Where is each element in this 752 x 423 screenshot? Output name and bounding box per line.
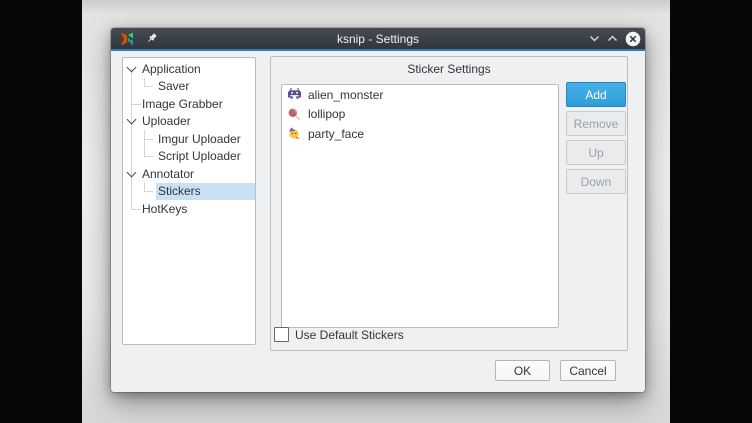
- list-item-lollipop[interactable]: lollipop: [282, 105, 558, 125]
- screenshot-root: ksnip - Settings: [0, 0, 752, 423]
- alien-monster-icon: [288, 88, 301, 101]
- sticker-settings-group: Sticker Settings: [270, 56, 628, 351]
- lollipop-icon: [288, 108, 301, 121]
- settings-tree: Application Saver Image Grabber Uploader…: [122, 57, 256, 345]
- sticker-list[interactable]: alien_monster lollipop: [281, 84, 559, 328]
- window-title: ksnip - Settings: [111, 32, 645, 46]
- chevron-down-icon[interactable]: [127, 62, 137, 72]
- list-item-label: lollipop: [308, 107, 345, 121]
- tree-branch: [144, 130, 156, 148]
- window-controls: [589, 28, 641, 49]
- list-item-alien-monster[interactable]: alien_monster: [282, 85, 558, 105]
- settings-dialog: ksnip - Settings: [111, 28, 645, 392]
- chevron-down-icon[interactable]: [127, 167, 137, 177]
- list-item-party-face[interactable]: party_face: [282, 124, 558, 144]
- tree-item-annotator[interactable]: Annotator: [123, 165, 255, 183]
- use-default-stickers-row[interactable]: Use Default Stickers: [274, 327, 404, 342]
- close-button[interactable]: [625, 31, 641, 47]
- tree-branch: [144, 148, 156, 166]
- list-item-label: party_face: [308, 127, 364, 141]
- tree-item-script-uploader[interactable]: Script Uploader: [123, 148, 255, 166]
- tree-branch: [144, 78, 156, 96]
- up-button[interactable]: Up: [566, 140, 626, 165]
- ok-button[interactable]: OK: [495, 360, 550, 381]
- tree-item-application[interactable]: Application: [123, 60, 255, 78]
- remove-button[interactable]: Remove: [566, 111, 626, 136]
- cancel-button[interactable]: Cancel: [560, 360, 616, 381]
- tree-branch: [144, 183, 156, 201]
- tree-item-stickers[interactable]: Stickers: [123, 183, 255, 201]
- tree-item-image-grabber[interactable]: Image Grabber: [123, 95, 255, 113]
- party-face-icon: [288, 127, 301, 140]
- checkbox-checked-icon[interactable]: [274, 327, 289, 342]
- tree-item-imgur-uploader[interactable]: Imgur Uploader: [123, 130, 255, 148]
- titlebar[interactable]: ksnip - Settings: [111, 28, 645, 51]
- down-button[interactable]: Down: [566, 169, 626, 194]
- add-button[interactable]: Add: [566, 82, 626, 107]
- checkbox-label: Use Default Stickers: [295, 328, 404, 342]
- tree-item-uploader[interactable]: Uploader: [123, 113, 255, 131]
- group-title: Sticker Settings: [271, 62, 627, 76]
- minimize-button[interactable]: [589, 35, 600, 42]
- tree-item-hotkeys[interactable]: HotKeys: [123, 200, 255, 218]
- maximize-button[interactable]: [607, 35, 618, 42]
- chevron-down-icon[interactable]: [127, 115, 137, 125]
- tree-item-saver[interactable]: Saver: [123, 78, 255, 96]
- selected-tree-item-label: Stickers: [156, 183, 255, 201]
- list-item-label: alien_monster: [308, 88, 383, 102]
